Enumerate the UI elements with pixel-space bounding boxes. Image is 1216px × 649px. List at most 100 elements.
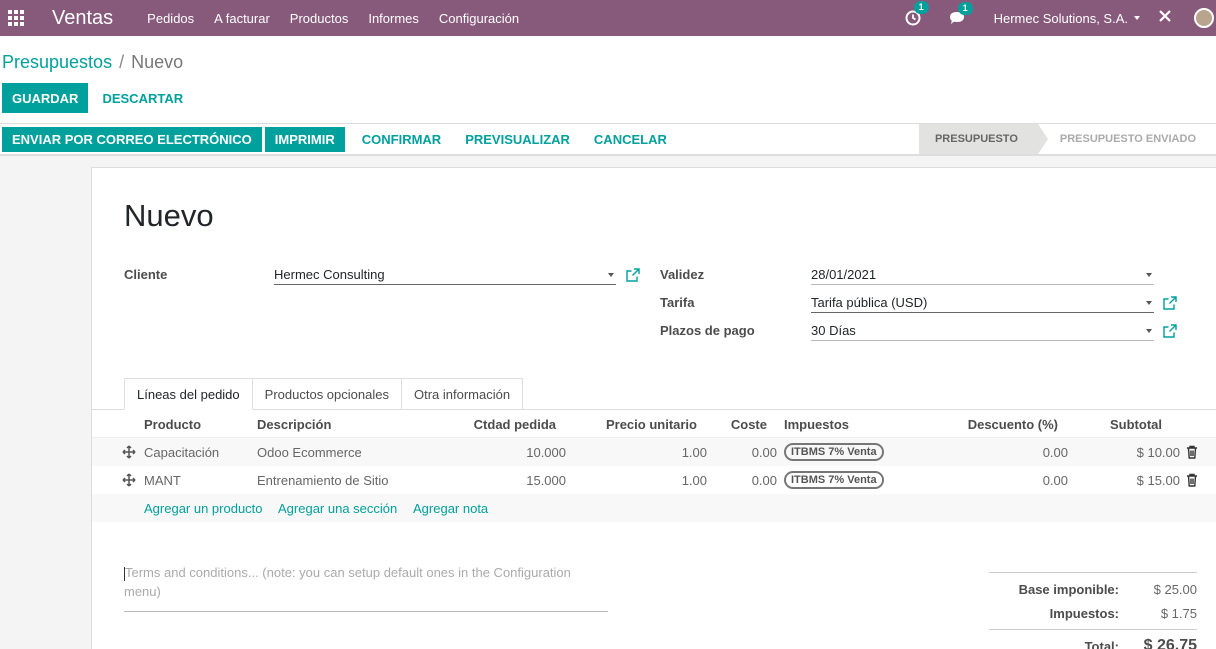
table-header: Producto Descripción Ctdad pedida Precio… — [92, 410, 1216, 438]
col-subtotal[interactable]: Subtotal — [1082, 410, 1162, 438]
company-name: Hermec Solutions, S.A. — [993, 10, 1128, 26]
add-note-link[interactable]: Agregar nota — [413, 494, 488, 522]
tax-tag: ITBMS 7% Venta — [784, 471, 884, 489]
payment-terms-value: 30 Días — [811, 323, 856, 338]
chevron-down-icon — [1134, 16, 1140, 20]
validity-field[interactable]: 28/01/2021 — [811, 265, 1154, 285]
totals-divider — [989, 629, 1197, 630]
line-qty: 15.000 — [526, 472, 566, 488]
add-section-link[interactable]: Agregar una sección — [278, 494, 397, 522]
totals-summary: Base imponible: $ 25.00 Impuestos: $ 1.7… — [989, 572, 1197, 649]
untaxed-value: $ 25.00 — [1153, 581, 1197, 597]
pricelist-label: Tarifa — [660, 295, 695, 310]
top-navbar: Ventas Pedidos A facturar Productos Info… — [0, 0, 1216, 36]
tab-optional-products[interactable]: Productos opcionales — [252, 378, 402, 410]
company-switcher[interactable]: Hermec Solutions, S.A. — [994, 11, 1140, 26]
save-button[interactable]: GUARDAR — [2, 83, 89, 113]
totals-divider — [989, 572, 1197, 573]
stage-pipeline: PRESUPUESTO PRESUPUESTO ENVIADO — [918, 124, 1216, 154]
col-discount[interactable]: Descuento (%) — [952, 410, 1058, 438]
record-title: Nuevo — [124, 198, 214, 233]
tab-order-lines[interactable]: Líneas del pedido — [124, 378, 253, 410]
cancel-button[interactable]: CANCELAR — [584, 124, 677, 154]
chevron-down-icon — [1146, 272, 1152, 277]
customer-field[interactable]: Hermec Consulting — [274, 265, 616, 285]
user-avatar[interactable] — [1194, 8, 1214, 28]
validity-value: 28/01/2021 — [811, 267, 877, 282]
external-link-icon[interactable] — [1163, 324, 1177, 338]
add-product-link[interactable]: Agregar un producto — [144, 494, 263, 522]
total-label: Total: — [1084, 638, 1119, 649]
line-cost: 0.00 — [751, 444, 777, 460]
menu-a-facturar[interactable]: A facturar — [214, 11, 270, 26]
messages-button[interactable]: 1 — [949, 1, 973, 26]
col-description[interactable]: Descripción — [257, 410, 331, 438]
external-link-icon[interactable] — [1163, 296, 1177, 310]
line-product: Capacitación — [144, 444, 220, 460]
form-sheet: Nuevo Cliente Hermec Consulting Validez … — [91, 167, 1216, 649]
drag-handle-icon[interactable] — [122, 438, 136, 466]
external-link-icon[interactable] — [626, 268, 640, 282]
col-product[interactable]: Producto — [144, 410, 201, 438]
activity-count-badge: 1 — [913, 1, 929, 14]
chevron-down-icon — [1146, 300, 1152, 305]
validity-label: Validez — [660, 267, 705, 282]
trash-icon[interactable] — [1186, 438, 1198, 466]
col-qty[interactable]: Ctdad pedida — [462, 410, 556, 438]
payment-terms-field[interactable]: 30 Días — [811, 321, 1154, 341]
line-unit-price: 1.00 — [681, 444, 707, 460]
edit-buttons: GUARDAR DESCARTAR — [2, 83, 193, 113]
line-cost: 0.00 — [751, 472, 777, 488]
breadcrumb-parent-link[interactable]: Presupuestos — [2, 52, 112, 73]
print-button[interactable]: IMPRIMIR — [264, 126, 345, 152]
line-description: Odoo Ecommerce — [257, 444, 362, 460]
breadcrumb-separator: / — [119, 52, 125, 72]
customer-value: Hermec Consulting — [274, 267, 385, 282]
line-qty: 10.000 — [526, 444, 566, 460]
line-subtotal: $ 10.00 — [1136, 444, 1180, 460]
messages-count-badge: 1 — [957, 1, 973, 15]
line-discount: 0.00 — [1042, 444, 1068, 460]
activity-button[interactable]: 1 — [905, 1, 929, 26]
discard-button[interactable]: DESCARTAR — [92, 83, 193, 113]
menu-configuracion[interactable]: Configuración — [439, 11, 519, 26]
confirm-button[interactable]: CONFIRMAR — [352, 124, 451, 154]
taxes-label: Impuestos: — [1049, 605, 1119, 621]
table-row[interactable]: Capacitación Odoo Ecommerce 10.000 1.00 … — [92, 438, 1216, 466]
app-name[interactable]: Ventas — [52, 7, 113, 30]
line-product: MANT — [144, 472, 181, 488]
pricelist-field[interactable]: Tarifa pública (USD) — [811, 293, 1154, 313]
drag-handle-icon[interactable] — [122, 466, 136, 494]
taxes-value: $ 1.75 — [1160, 605, 1197, 621]
line-discount: 0.00 — [1042, 472, 1068, 488]
preview-button[interactable]: PREVISUALIZAR — [455, 124, 580, 154]
tab-other-info[interactable]: Otra información — [401, 378, 524, 410]
debug-tools-icon[interactable] — [1158, 9, 1172, 28]
payment-terms-label: Plazos de pago — [660, 323, 755, 338]
menu-productos[interactable]: Productos — [290, 11, 349, 26]
col-cost[interactable]: Coste — [712, 410, 767, 438]
tax-tag: ITBMS 7% Venta — [784, 443, 884, 461]
menu-informes[interactable]: Informes — [368, 11, 419, 26]
apps-menu-icon[interactable] — [0, 0, 32, 36]
send-email-button[interactable]: ENVIAR POR CORREO ELECTRÓNICO — [2, 126, 262, 152]
stage-quotation: PRESUPUESTO — [918, 124, 1048, 154]
chevron-down-icon — [608, 272, 614, 277]
notebook-tabs: Líneas del pedido Productos opcionales O… — [124, 378, 524, 410]
total-value: $ 26.75 — [1143, 637, 1197, 649]
col-unit-price[interactable]: Precio unitario — [592, 410, 697, 438]
pricelist-value: Tarifa pública (USD) — [811, 295, 928, 310]
form-statusbar: ENVIAR POR CORREO ELECTRÓNICO IMPRIMIR C… — [0, 123, 1216, 155]
table-row[interactable]: MANT Entrenamiento de Sitio 15.000 1.00 … — [92, 466, 1216, 494]
terms-conditions-field[interactable]: Terms and conditions... (note: you can s… — [124, 558, 608, 612]
breadcrumb-current: Nuevo — [131, 52, 184, 72]
breadcrumb: Presupuestos / Nuevo — [2, 52, 183, 73]
trash-icon[interactable] — [1186, 466, 1198, 494]
stage-quotation-sent[interactable]: PRESUPUESTO ENVIADO — [1038, 124, 1216, 154]
untaxed-label: Base imponible: — [1018, 581, 1119, 597]
terms-placeholder: Terms and conditions... (note: you can s… — [124, 565, 571, 599]
order-lines-table: Producto Descripción Ctdad pedida Precio… — [92, 410, 1216, 522]
menu-pedidos[interactable]: Pedidos — [147, 11, 194, 26]
chevron-down-icon — [1146, 328, 1152, 333]
col-taxes[interactable]: Impuestos — [784, 410, 849, 438]
